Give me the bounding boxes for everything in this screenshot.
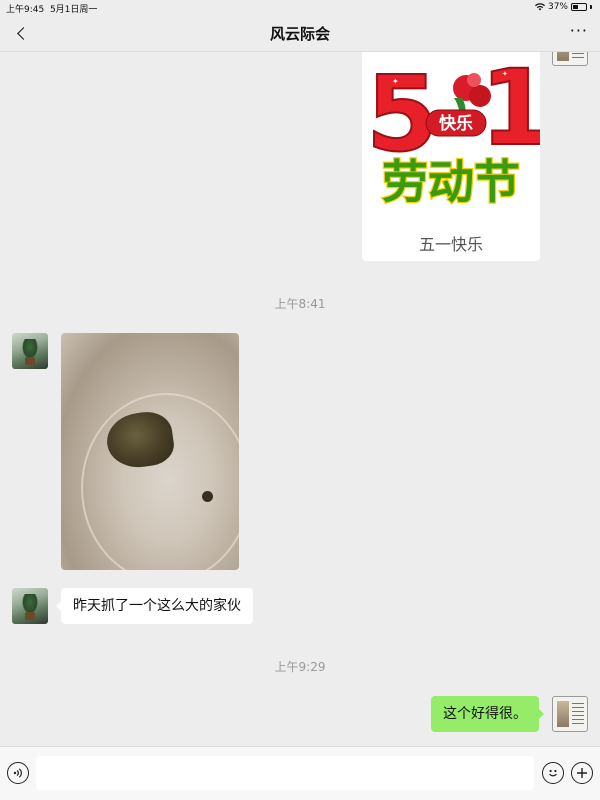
svg-text:✦: ✦ (502, 70, 508, 78)
text-message-sent[interactable]: 这个好得很。 (431, 696, 544, 732)
contact-avatar[interactable] (12, 588, 48, 624)
wifi-icon (534, 3, 545, 11)
battery-percent: 37% (547, 2, 568, 12)
labor-day-sticker: 5 1 快乐 劳动节 ✦ ✦ (365, 52, 540, 210)
battery-icon (571, 3, 587, 11)
voice-icon (13, 768, 22, 778)
contact-avatar[interactable] (12, 333, 48, 369)
text-message-received[interactable]: 昨天抓了一个这么大的家伙 (56, 588, 253, 624)
sticker-badge-text: 快乐 (439, 113, 473, 134)
chat-area[interactable]: 5 1 快乐 劳动节 ✦ ✦ 五一快乐 上午8:41 昨天抓了一个这么大的家伙 … (0, 52, 600, 746)
status-indicators: 37% (534, 2, 592, 12)
input-bar (0, 746, 600, 800)
more-options-button[interactable]: ··· (570, 23, 588, 39)
self-avatar[interactable] (552, 696, 588, 732)
status-bar: 上午9:45 5月1日周一 37% (0, 0, 600, 15)
sticker-message[interactable]: 5 1 快乐 劳动节 ✦ ✦ 五一快乐 (362, 52, 540, 261)
message-input[interactable] (36, 756, 534, 790)
voice-button[interactable] (7, 762, 29, 784)
nav-bar: 风云际会 ··· (0, 14, 600, 52)
photo-pebble (202, 491, 213, 502)
chat-title: 风云际会 (269, 25, 330, 43)
svg-text:1: 1 (480, 52, 540, 169)
sticker-caption: 五一快乐 (418, 235, 483, 254)
timestamp-1: 上午8:41 (274, 297, 326, 311)
emoji-icon (549, 769, 557, 777)
battery-tip (590, 5, 592, 9)
more-functions-button[interactable] (571, 762, 593, 784)
sticker-headline: 劳动节 (382, 155, 520, 209)
svg-text:✦: ✦ (392, 77, 399, 86)
emoji-button[interactable] (542, 762, 564, 784)
plus-icon (577, 768, 587, 778)
self-avatar[interactable] (552, 52, 588, 66)
photo-message[interactable] (61, 333, 239, 570)
timestamp-2: 上午9:29 (274, 660, 326, 674)
